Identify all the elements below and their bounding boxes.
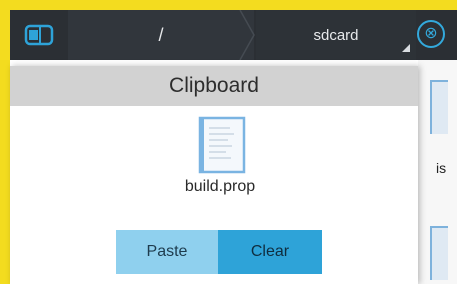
dropdown-corner-icon: [402, 44, 410, 52]
close-circle-icon: ⊗: [424, 25, 438, 42]
clear-button[interactable]: Clear: [218, 230, 322, 274]
top-toolbar: / sdcard ⊗: [10, 10, 457, 60]
breadcrumb-root-label: /: [158, 24, 164, 45]
paste-button-label: Paste: [146, 243, 188, 260]
close-button[interactable]: ⊗: [417, 20, 445, 48]
left-border: [0, 0, 10, 284]
breadcrumb-sdcard[interactable]: sdcard: [256, 10, 416, 60]
breadcrumb-chevron-icon: [239, 10, 255, 60]
split-panel-icon: [24, 23, 54, 47]
background-file-icon: [430, 226, 448, 280]
dialog-title: Clipboard: [10, 66, 418, 106]
background-file-icon: [430, 80, 448, 134]
paste-button[interactable]: Paste: [116, 230, 218, 274]
clipboard-dialog: Clipboard build.prop Paste Clear: [10, 66, 418, 284]
background-file-label: is: [436, 160, 447, 176]
clear-button-label: Clear: [250, 243, 290, 260]
breadcrumb-sdcard-label: sdcard: [313, 26, 359, 44]
panel-toggle-button[interactable]: [10, 10, 68, 60]
breadcrumb-root[interactable]: /: [68, 10, 254, 60]
clipboard-file-name: build.prop: [184, 178, 256, 195]
document-file-icon[interactable]: [198, 116, 246, 174]
